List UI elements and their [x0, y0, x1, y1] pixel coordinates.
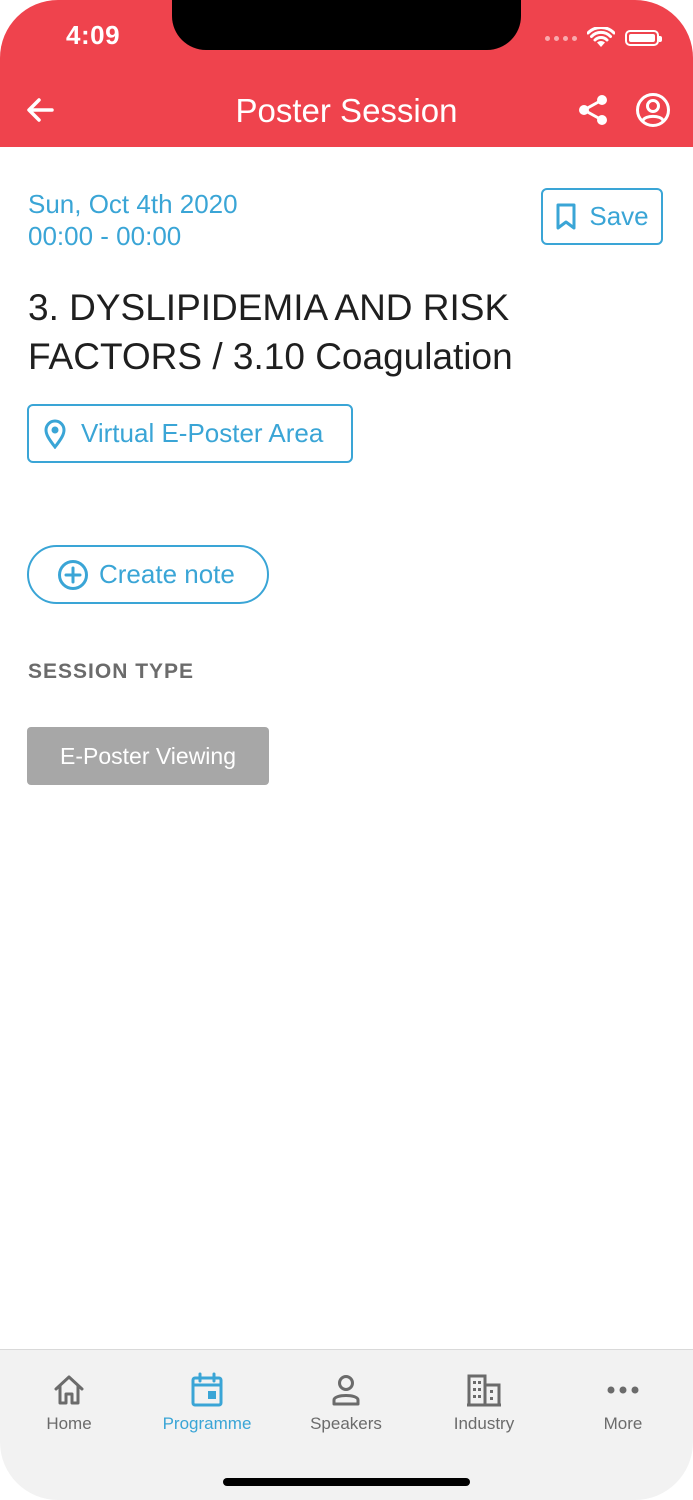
calendar-icon [187, 1370, 227, 1410]
plus-circle-icon [58, 559, 88, 590]
person-icon [326, 1370, 366, 1410]
user-circle-icon [636, 93, 670, 127]
session-type-tag: E-Poster Viewing [27, 727, 269, 785]
status-time: 4:09 [66, 20, 121, 50]
building-icon [464, 1370, 504, 1410]
tab-industry[interactable]: Industry [429, 1370, 539, 1434]
battery-icon [625, 30, 662, 46]
session-title: 3. DYSLIPIDEMIA AND RISK FACTORS / 3.10 … [28, 287, 513, 377]
bookmark-icon [556, 203, 576, 229]
share-button[interactable] [575, 92, 611, 128]
tab-speakers[interactable]: Speakers [291, 1370, 401, 1434]
home-indicator[interactable] [223, 1478, 470, 1486]
signal-icon [545, 35, 577, 41]
session-type-heading: SESSION TYPE [28, 660, 195, 683]
tab-more[interactable]: More [568, 1370, 678, 1434]
session-date: Sun, Oct 4th 2020 [28, 189, 238, 219]
location-button[interactable]: Virtual E-Poster Area [27, 404, 353, 463]
session-time: 00:00 - 00:00 [28, 221, 182, 251]
tab-programme[interactable]: Programme [152, 1370, 262, 1434]
map-pin-icon [44, 419, 66, 449]
save-label: Save [589, 201, 649, 231]
tab-industry-label: Industry [453, 1414, 515, 1433]
save-button[interactable]: Save [541, 188, 663, 245]
session-datetime: Sun, Oct 4th 2020 00:00 - 00:00 [28, 188, 238, 252]
device-notch [172, 0, 521, 50]
tab-more-label: More [603, 1414, 643, 1433]
status-indicators [545, 24, 662, 52]
app-header: 4:09 Poster Session [0, 0, 693, 147]
phone-screen: 4:09 Poster Session Sun, Oct 4th 2020 00… [0, 0, 693, 1500]
create-note-label: Create note [99, 559, 235, 589]
home-icon [49, 1370, 89, 1410]
profile-button[interactable] [635, 92, 671, 128]
create-note-button[interactable]: Create note [27, 545, 269, 604]
wifi-icon [587, 27, 615, 47]
tab-home[interactable]: Home [14, 1370, 124, 1434]
tab-programme-label: Programme [162, 1414, 252, 1433]
share-icon [579, 95, 607, 125]
tab-home-label: Home [46, 1414, 92, 1433]
tab-speakers-label: Speakers [310, 1414, 382, 1433]
more-dots-icon [603, 1370, 643, 1410]
location-label: Virtual E-Poster Area [81, 418, 324, 448]
